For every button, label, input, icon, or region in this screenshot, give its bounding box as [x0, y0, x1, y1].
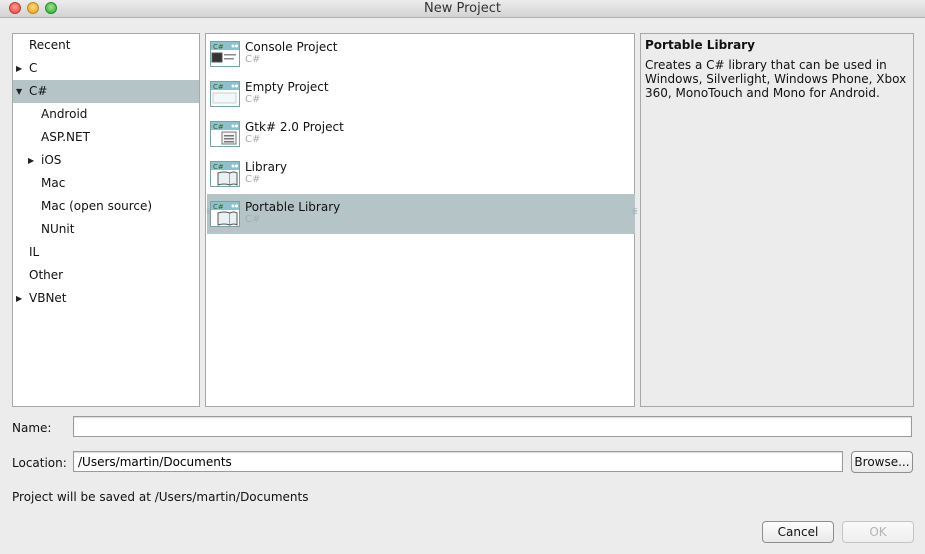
- ok-button[interactable]: OK: [842, 521, 914, 543]
- category-label: Mac: [41, 176, 66, 190]
- collapsed-triangle-icon[interactable]: ▶: [28, 149, 36, 172]
- category-label: ASP.NET: [41, 130, 90, 144]
- template-item[interactable]: C# Portable Library C# = = = =: [206, 194, 638, 234]
- template-language: C#: [245, 134, 261, 145]
- category-tree[interactable]: Recent ▶ C ▼ C# Android ASP.NET ▶ iOS Mac Mac (ope…: [12, 33, 200, 407]
- collapsed-triangle-icon[interactable]: ▶: [16, 287, 24, 310]
- category-item[interactable]: Other: [13, 264, 199, 287]
- template-language: C#: [245, 94, 261, 105]
- category-item[interactable]: ▶ iOS: [13, 149, 199, 172]
- category-item[interactable]: Android: [13, 103, 199, 126]
- description-title: Portable Library: [645, 38, 755, 52]
- category-item[interactable]: Mac (open source): [13, 195, 199, 218]
- resize-grip-icon[interactable]: = =: [206, 207, 212, 217]
- icon-language-badge: C#: [213, 43, 224, 51]
- icon-language-badge: C#: [213, 163, 224, 171]
- icon-language-badge: C#: [213, 123, 224, 131]
- icon-language-badge: C#: [213, 83, 224, 91]
- category-label: Android: [41, 107, 88, 121]
- expanded-triangle-icon[interactable]: ▼: [16, 80, 24, 103]
- collapsed-triangle-icon[interactable]: ▶: [16, 57, 24, 80]
- browse-button[interactable]: Browse...: [851, 451, 913, 473]
- icon-language-badge: C#: [213, 203, 224, 211]
- category-item[interactable]: IL: [13, 241, 199, 264]
- template-item[interactable]: C# Library C#: [207, 154, 635, 194]
- category-item[interactable]: ▼ C#: [13, 80, 199, 103]
- category-label: Mac (open source): [41, 199, 153, 213]
- category-label: Recent: [29, 38, 71, 52]
- template-item[interactable]: C# Empty Project C#: [207, 74, 635, 114]
- gtk-project-icon: C#: [210, 121, 240, 147]
- minimize-window-icon[interactable]: [27, 2, 39, 14]
- category-label: NUnit: [41, 222, 75, 236]
- category-label: IL: [29, 245, 40, 259]
- category-label: VBNet: [29, 291, 67, 305]
- save-path-text: Project will be saved at /Users/martin/D…: [12, 490, 309, 504]
- library-icon: C#: [210, 161, 240, 187]
- zoom-window-icon[interactable]: [45, 2, 57, 14]
- empty-project-icon: C#: [210, 81, 240, 107]
- category-label: Other: [29, 268, 64, 282]
- new-project-dialog: New Project Recent ▶ C ▼ C# Android ASP.NET ▶ iO…: [0, 0, 925, 554]
- template-name: Gtk# 2.0 Project: [245, 120, 344, 134]
- template-language: C#: [245, 174, 261, 185]
- cancel-button[interactable]: Cancel: [762, 521, 834, 543]
- category-item[interactable]: Recent: [13, 34, 199, 57]
- template-item[interactable]: C# Console Project C#: [207, 34, 635, 74]
- category-item[interactable]: NUnit: [13, 218, 199, 241]
- window-title: New Project: [424, 1, 501, 16]
- category-label: C: [29, 61, 38, 75]
- template-name: Library: [245, 160, 287, 174]
- template-language: C#: [245, 214, 261, 225]
- template-name: Empty Project: [245, 80, 329, 94]
- template-item[interactable]: C# Gtk# 2.0 Project C#: [207, 114, 635, 154]
- description-panel: Portable Library Creates a C# library th…: [640, 33, 914, 407]
- category-item[interactable]: ▶ C: [13, 57, 199, 80]
- console-project-icon: C#: [210, 41, 240, 67]
- category-item[interactable]: ▶ VBNet: [13, 287, 199, 310]
- resize-grip-icon[interactable]: = =: [632, 207, 638, 217]
- template-list[interactable]: C# Console Project C# C# Empty Project C# C# Gt…: [205, 33, 638, 407]
- location-label: Location:: [12, 456, 67, 470]
- title-bar[interactable]: New Project: [0, 0, 925, 18]
- category-item[interactable]: Mac: [13, 172, 199, 195]
- portable-library-icon: C#: [210, 201, 240, 227]
- category-label: iOS: [41, 153, 62, 167]
- category-item[interactable]: ASP.NET: [13, 126, 199, 149]
- template-name: Console Project: [245, 40, 338, 54]
- description-text: Creates a C# library that can be used in…: [645, 58, 907, 100]
- template-name: Portable Library: [245, 200, 341, 214]
- name-input[interactable]: [73, 416, 912, 437]
- template-language: C#: [245, 54, 261, 65]
- name-label: Name:: [12, 421, 52, 435]
- location-input[interactable]: [73, 451, 843, 472]
- category-label: C#: [29, 84, 48, 98]
- close-window-icon[interactable]: [9, 2, 21, 14]
